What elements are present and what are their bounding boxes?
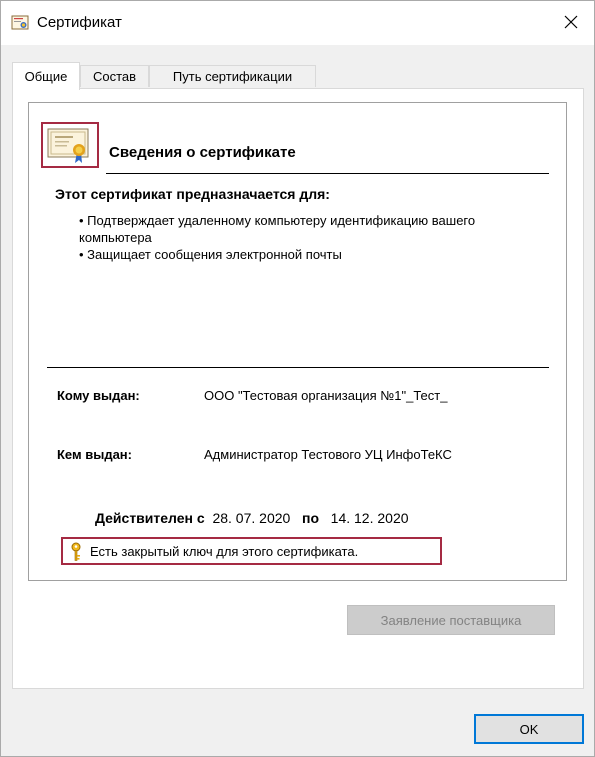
- purpose-list: • Подтверждает удаленному компьютеру иде…: [79, 212, 549, 263]
- tab-general[interactable]: Общие: [12, 62, 80, 90]
- private-key-note-frame: Есть закрытый ключ для этого сертификата…: [61, 537, 442, 565]
- certificate-info-heading: Сведения о сертификате: [109, 144, 296, 161]
- certificate-icon: [46, 126, 94, 167]
- purpose-title: Этот сертификат предназначается для:: [55, 186, 330, 202]
- tab-details-label: Состав: [92, 69, 137, 84]
- divider: [106, 173, 549, 174]
- valid-from-label: Действителен с: [95, 510, 205, 526]
- certificate-icon: [11, 14, 29, 32]
- list-item: • Подтверждает удаленному компьютеру иде…: [79, 213, 476, 245]
- certificate-large-icon-frame: [41, 122, 99, 168]
- close-icon: [563, 14, 579, 33]
- issued-by-value: Администратор Тестового УЦ ИнфоТеКС: [204, 447, 452, 462]
- key-icon: [68, 542, 84, 565]
- tab-details[interactable]: Состав: [80, 65, 149, 87]
- issued-to-label: Кому выдан:: [57, 388, 140, 403]
- supplier-statement-button[interactable]: Заявление поставщика: [347, 605, 555, 635]
- tab-certification-path-label: Путь сертификации: [172, 69, 293, 84]
- validity-period: Действителен с 28. 07. 2020 по 14. 12. 2…: [95, 510, 409, 526]
- divider: [47, 367, 549, 368]
- list-item: • Защищает сообщения электронной почты: [79, 247, 342, 262]
- private-key-note: Есть закрытый ключ для этого сертификата…: [90, 544, 359, 559]
- valid-to-label: по: [301, 510, 319, 526]
- issued-to-value: ООО "Тестовая организация №1"_Тест_: [204, 388, 448, 403]
- ok-button[interactable]: OK: [474, 714, 584, 744]
- valid-from-date: 28. 07. 2020: [212, 510, 291, 526]
- tab-certification-path[interactable]: Путь сертификации: [149, 65, 316, 87]
- valid-to-date: 14. 12. 2020: [330, 510, 409, 526]
- close-button[interactable]: [548, 1, 594, 45]
- issued-by-label: Кем выдан:: [57, 447, 132, 462]
- window-title: Сертификат: [37, 14, 122, 31]
- certificate-dialog: Сертификат Общие Состав Путь сертификаци…: [0, 0, 595, 757]
- tab-general-label: Общие: [24, 69, 68, 84]
- title-bar: Сертификат: [1, 1, 594, 45]
